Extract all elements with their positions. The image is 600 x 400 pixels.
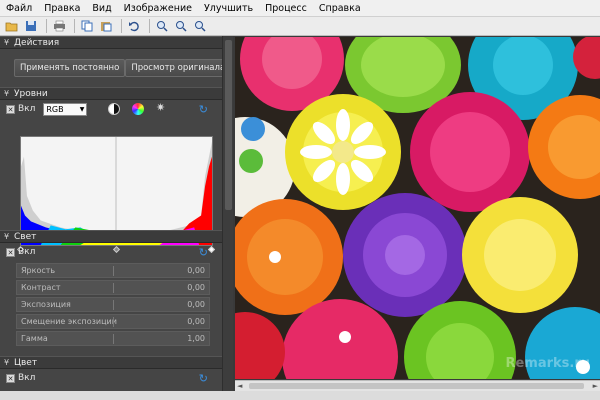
light-enable-row: ✕ Вкл ↻ <box>0 243 222 261</box>
menu-help[interactable]: Справка <box>313 3 367 14</box>
channel-value: RGB <box>46 104 64 114</box>
color-wheel-icon[interactable] <box>132 103 144 115</box>
reset-icon[interactable]: ↻ <box>199 103 208 116</box>
section-title: Свет <box>14 231 37 242</box>
menu-file[interactable]: Файл <box>0 3 38 14</box>
scroll-left-icon[interactable]: ◄ <box>237 382 242 390</box>
toolbar-separator <box>121 19 122 33</box>
param-value: 0,00 <box>187 300 205 309</box>
param-contrast[interactable]: Контраст 0,00 <box>16 280 210 295</box>
param-gamma[interactable]: Гамма 1,00 <box>16 331 210 346</box>
undo-icon[interactable] <box>126 19 142 34</box>
scroll-right-icon[interactable]: ► <box>593 382 598 390</box>
section-title: Уровни <box>14 88 48 99</box>
menu-bar: Файл Правка Вид Изображение Улучшить Про… <box>0 0 600 17</box>
zoom-in-icon[interactable] <box>154 19 170 34</box>
watermark: Remarks.ru <box>505 356 590 371</box>
light-enable-checkbox[interactable]: ✕ <box>6 247 15 257</box>
param-value: 0,00 <box>187 283 205 292</box>
param-label: Смещение экспозиции <box>21 317 117 326</box>
param-label: Экспозиция <box>21 300 71 309</box>
menu-view[interactable]: Вид <box>86 3 117 14</box>
light-section: ¥ Свет ✕ Вкл ↻ Яркость 0,00 Контраст 0,00 … <box>0 230 222 348</box>
param-exposure-offset[interactable]: Смещение экспозиции 0,00 <box>16 314 210 329</box>
panel-scroll-thumb[interactable] <box>225 40 232 210</box>
cupcakes-photo <box>235 37 600 379</box>
chevron-down-icon: ¥ <box>4 232 10 241</box>
levels-controls: ✕ Вкл RGB ▼ ✷ ↻ <box>0 100 222 118</box>
levels-enable-checkbox[interactable]: ✕ <box>6 104 15 114</box>
chevron-down-icon: ▼ <box>79 105 85 113</box>
copy-icon[interactable] <box>79 19 95 34</box>
chevron-down-icon: ¥ <box>4 38 10 47</box>
adjustments-panel: ¥ Действия Применять постоянно Просмотр … <box>0 36 222 400</box>
channel-select[interactable]: RGB ▼ <box>43 102 88 116</box>
toolbar <box>0 17 600 36</box>
color-section: ¥ Цвет ✕ Вкл ↻ <box>0 356 222 387</box>
levels-enable-label: Вкл <box>18 104 36 114</box>
color-enable-row: ✕ Вкл ↻ <box>0 369 222 387</box>
chevron-down-icon: ¥ <box>4 89 10 98</box>
menu-edit[interactable]: Правка <box>38 3 86 14</box>
color-enable-label: Вкл <box>18 373 36 383</box>
auto-levels-icon[interactable]: ✷ <box>156 101 165 114</box>
zoom-out-icon[interactable] <box>173 19 189 34</box>
apply-permanently-button[interactable]: Применять постоянно <box>14 59 126 77</box>
param-brightness[interactable]: Яркость 0,00 <box>16 263 210 278</box>
toolbar-separator <box>149 19 150 33</box>
param-value: 1,00 <box>187 334 205 343</box>
horizontal-scroll-thumb[interactable] <box>249 383 584 389</box>
color-enable-checkbox[interactable]: ✕ <box>6 373 15 383</box>
chevron-down-icon: ¥ <box>4 358 10 367</box>
image-preview[interactable]: Remarks.ru <box>235 37 600 379</box>
param-value: 0,00 <box>187 317 205 326</box>
section-color-header[interactable]: ¥ Цвет <box>0 356 222 369</box>
section-title: Цвет <box>14 357 38 368</box>
status-strip <box>0 391 600 400</box>
luminance-icon[interactable] <box>108 103 120 115</box>
section-levels-header[interactable]: ¥ Уровни <box>0 87 222 100</box>
reset-icon[interactable]: ↻ <box>199 372 208 385</box>
section-light-header[interactable]: ¥ Свет <box>0 230 222 243</box>
save-icon[interactable] <box>23 19 39 34</box>
image-horizontal-scrollbar[interactable]: ◄ ► <box>235 380 600 391</box>
param-label: Гамма <box>21 334 48 343</box>
preview-original-button[interactable]: Просмотр оригинала <box>125 59 222 77</box>
menu-image[interactable]: Изображение <box>118 3 198 14</box>
zoom-fit-icon[interactable] <box>192 19 208 34</box>
light-enable-label: Вкл <box>18 247 36 257</box>
section-actions-header[interactable]: ¥ Действия <box>0 36 222 49</box>
print-icon[interactable] <box>51 19 67 34</box>
open-icon[interactable] <box>4 19 20 34</box>
toolbar-separator <box>74 19 75 33</box>
param-value: 0,00 <box>187 266 205 275</box>
param-label: Яркость <box>21 266 56 275</box>
menu-enhance[interactable]: Улучшить <box>198 3 259 14</box>
paste-icon[interactable] <box>98 19 114 34</box>
panel-scrollbar[interactable] <box>222 36 233 400</box>
param-exposure[interactable]: Экспозиция 0,00 <box>16 297 210 312</box>
toolbar-separator <box>46 19 47 33</box>
param-label: Контраст <box>21 283 61 292</box>
reset-icon[interactable]: ↻ <box>199 246 208 259</box>
section-title: Действия <box>14 37 60 48</box>
actions-buttons: Применять постоянно Просмотр оригинала <box>0 49 222 87</box>
app-window: Файл Правка Вид Изображение Улучшить Про… <box>0 0 600 400</box>
menu-process[interactable]: Процесс <box>259 3 313 14</box>
